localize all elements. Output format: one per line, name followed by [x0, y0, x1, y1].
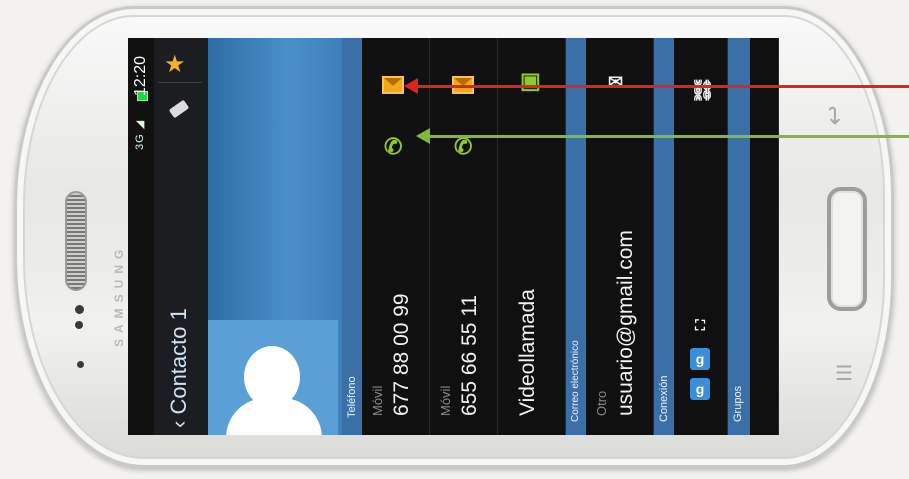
light-sensor — [77, 361, 84, 368]
screen: 12:20 3G ◢ ★ ‹ Contacto 1 Teléfono ✆ Móv… — [128, 38, 779, 435]
back-key-icon[interactable]: ↩ — [821, 105, 850, 125]
video-call-label: Videollamada — [516, 289, 539, 416]
avatar[interactable] — [208, 320, 338, 435]
phone-row-1[interactable]: ✆ Móvil 677 88 00 99 — [362, 38, 430, 435]
status-time: 12:20 — [132, 55, 149, 96]
message-icon[interactable] — [382, 76, 404, 94]
section-groups-label: Grupos — [732, 385, 744, 422]
section-phone-label: Teléfono — [346, 376, 358, 418]
call-icon[interactable]: ✆ — [384, 134, 402, 160]
google-icon[interactable]: g — [690, 348, 710, 370]
speaker-grille — [65, 191, 87, 291]
phone-2-number: 655 66 55 11 — [458, 294, 481, 416]
phone-1-type: Móvil — [370, 385, 385, 416]
email-icon[interactable]: ✉ — [608, 72, 623, 93]
annotation-arrow-red — [404, 78, 418, 94]
pencil-icon[interactable] — [168, 99, 190, 119]
action-divider — [158, 82, 202, 83]
expand-icon[interactable]: ⛶ — [690, 314, 710, 336]
video-call-row[interactable]: ▣ Videollamada — [498, 38, 566, 435]
signal-icon: 3G ◢ — [134, 119, 146, 150]
section-phone: Teléfono — [342, 38, 362, 435]
email-address: usuario@gmail.com — [614, 230, 637, 416]
proximity-sensor — [75, 321, 83, 329]
section-connection: Conexión — [654, 38, 674, 435]
video-call-icon[interactable]: ▣ — [520, 68, 541, 94]
menu-key-icon[interactable]: ☰ — [835, 361, 853, 386]
phone-1-number: 677 88 00 99 — [390, 293, 413, 416]
link-icon[interactable]: ⛓ — [690, 78, 715, 103]
annotation-line-green — [430, 135, 909, 138]
annotation-line-red — [418, 85, 909, 88]
phone-row-2[interactable]: ✆ Móvil 655 66 55 11 — [430, 38, 498, 435]
section-groups: Grupos — [728, 38, 750, 435]
section-connection-label: Conexión — [658, 375, 670, 422]
section-email: Correo electrónico — [566, 38, 586, 435]
action-bar: ★ ‹ Contacto 1 — [154, 38, 208, 435]
star-icon[interactable]: ★ — [164, 50, 186, 79]
contact-title: Contacto 1 — [166, 308, 191, 415]
back-chevron-icon: ‹ — [166, 414, 191, 428]
email-type: Otro — [594, 390, 609, 416]
status-bar: 12:20 3G ◢ — [128, 38, 154, 435]
section-email-label: Correo electrónico — [570, 340, 581, 422]
brand-logo: SAMSUNG — [112, 243, 126, 347]
groups-row[interactable] — [750, 38, 779, 435]
phone-2-type: Móvil — [438, 385, 453, 416]
avatar-body — [226, 398, 322, 435]
back-button[interactable]: ‹ Contacto 1 — [166, 308, 192, 428]
home-button[interactable] — [827, 187, 867, 311]
annotation-arrow-green — [416, 128, 430, 144]
email-row[interactable]: ✉ Otro usuario@gmail.com — [586, 38, 654, 435]
front-camera — [75, 305, 84, 314]
connection-row[interactable]: ⛓ g g ⛶ — [674, 38, 728, 435]
google-icon[interactable]: g — [690, 378, 710, 400]
